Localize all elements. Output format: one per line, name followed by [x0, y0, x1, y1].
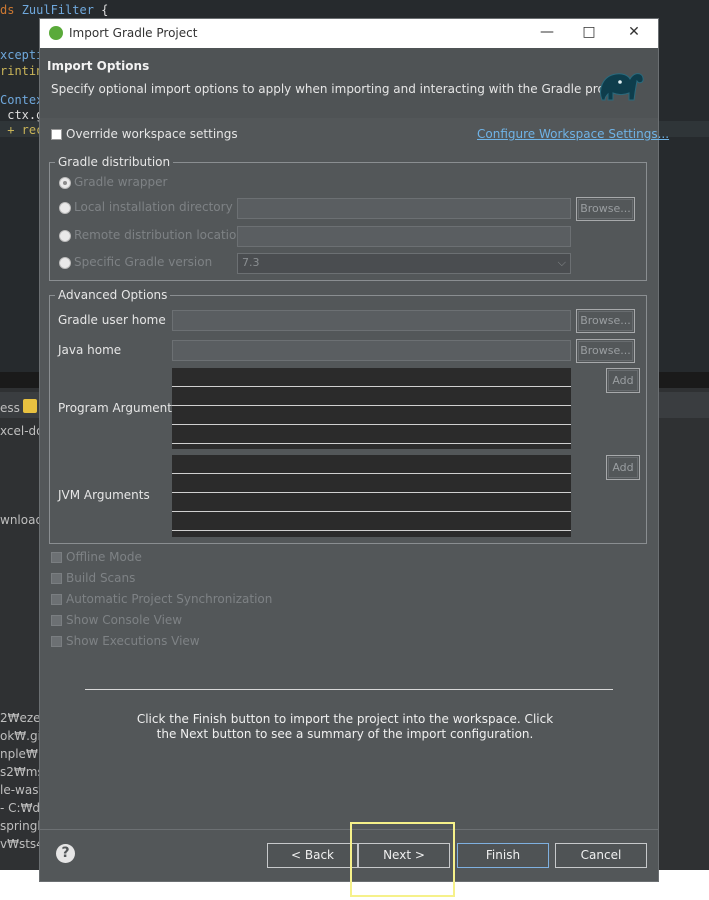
code-line-5: ctx.g: [0, 108, 44, 122]
code-line-6: + rec: [0, 123, 44, 137]
java-home-field[interactable]: [172, 340, 571, 361]
user-home-browse-button[interactable]: Browse...: [576, 309, 635, 333]
user-home-label: Gradle user home: [58, 313, 166, 327]
header-description: Specify optional import options to apply…: [51, 82, 631, 96]
specific-version-radio[interactable]: [59, 257, 71, 269]
dialog-titlebar[interactable]: Import Gradle Project — □ ✕: [40, 19, 658, 48]
java-home-browse-button[interactable]: Browse...: [576, 339, 635, 363]
auto-sync-label: Automatic Project Synchronization: [66, 592, 273, 606]
back-button[interactable]: < Back: [267, 843, 358, 868]
advanced-options-legend: Advanced Options: [55, 288, 171, 302]
button-bar-separator: [40, 829, 658, 830]
jvm-args-add-button[interactable]: Add: [606, 455, 640, 480]
gradle-distribution-legend: Gradle distribution: [55, 155, 174, 169]
spring-leaf-icon: [49, 26, 63, 40]
local-browse-button[interactable]: Browse...: [576, 197, 635, 221]
chevron-down-icon: ⌵: [557, 256, 566, 269]
close-icon[interactable]: ✕: [619, 24, 649, 42]
maximize-icon[interactable]: □: [574, 24, 604, 42]
help-icon[interactable]: ?: [56, 844, 75, 863]
build-scans-label: Build Scans: [66, 571, 136, 585]
cancel-button[interactable]: Cancel: [555, 843, 647, 868]
wrapper-label: Gradle wrapper: [74, 175, 168, 189]
specific-version-label: Specific Gradle version: [74, 255, 213, 269]
code-line-1: ds ZuulFilter {: [0, 3, 109, 17]
program-args-label: Program Arguments: [58, 401, 179, 415]
code-line-3: rintin: [0, 64, 44, 78]
show-console-checkbox[interactable]: [51, 615, 62, 626]
program-args-list[interactable]: [172, 368, 571, 449]
user-home-field[interactable]: [172, 310, 571, 331]
gradle-elephant-icon: [600, 73, 644, 101]
code-line-2: xcepti: [0, 48, 44, 62]
local-dir-label: Local installation directory: [74, 200, 233, 214]
finish-note: Click the Finish button to import the pr…: [136, 712, 554, 741]
show-executions-label: Show Executions View: [66, 634, 200, 648]
program-args-add-button[interactable]: Add: [606, 368, 640, 393]
git-icon[interactable]: [23, 399, 37, 413]
divider: [85, 689, 613, 690]
tree-item[interactable]: s2₩ms: [0, 765, 44, 779]
bottom-tab-label[interactable]: ess: [0, 401, 20, 415]
wrapper-radio[interactable]: [59, 177, 71, 189]
remote-label: Remote distribution location: [74, 228, 244, 242]
remote-field[interactable]: [237, 226, 571, 247]
version-value: 7.3: [242, 256, 260, 269]
show-executions-checkbox[interactable]: [51, 636, 62, 647]
minimize-icon[interactable]: —: [532, 24, 562, 42]
dialog-title: Import Gradle Project: [69, 26, 198, 40]
offline-mode-label: Offline Mode: [66, 550, 142, 564]
next-highlight-box: [350, 822, 455, 897]
version-select[interactable]: 7.3 ⌵: [237, 253, 571, 274]
header-title: Import Options: [47, 59, 150, 73]
build-scans-checkbox[interactable]: [51, 573, 62, 584]
override-checkbox[interactable]: [51, 129, 62, 140]
tree-item[interactable]: wnload: [0, 513, 43, 527]
offline-mode-checkbox[interactable]: [51, 552, 62, 563]
jvm-args-label: JVM Arguments: [58, 488, 150, 502]
tree-item[interactable]: - C:₩d: [0, 801, 40, 815]
configure-workspace-link[interactable]: Configure Workspace Settings...: [477, 127, 669, 141]
jvm-args-list[interactable]: [172, 455, 571, 537]
show-console-label: Show Console View: [66, 613, 183, 627]
override-label: Override workspace settings: [66, 127, 238, 141]
remote-radio[interactable]: [59, 230, 71, 242]
finish-button[interactable]: Finish: [457, 843, 549, 868]
local-dir-field[interactable]: [237, 198, 571, 219]
code-line-4: Contex: [0, 93, 44, 107]
auto-sync-checkbox[interactable]: [51, 594, 62, 605]
java-home-label: Java home: [58, 343, 122, 357]
tree-item[interactable]: xcel-do: [0, 424, 44, 438]
local-dir-radio[interactable]: [59, 202, 71, 214]
